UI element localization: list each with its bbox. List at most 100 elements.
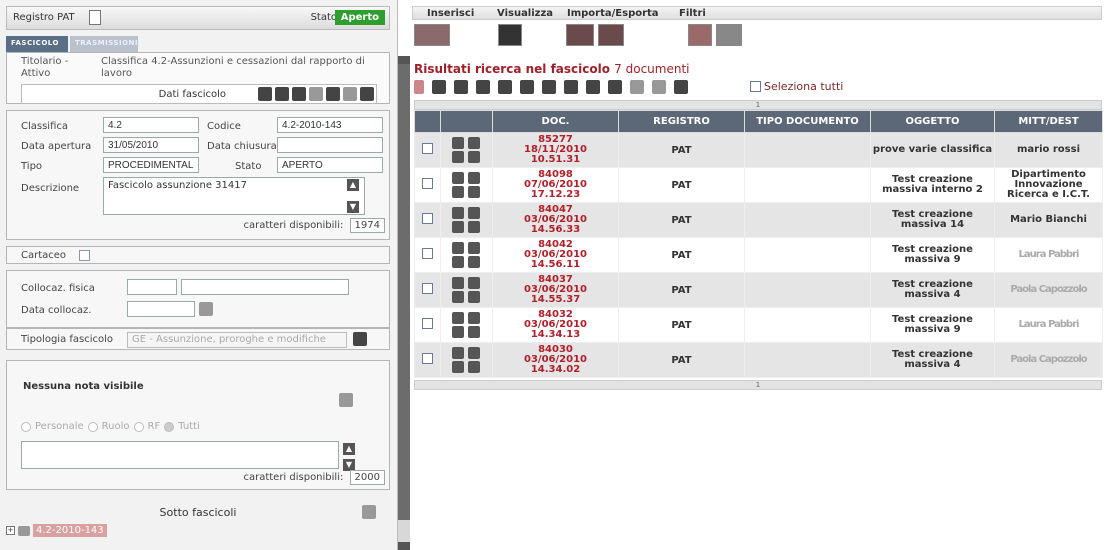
table-row[interactable]: 84047 03/06/2010 14.56.33 PAT Test creazio… — [414, 202, 1103, 238]
view-doc-icon[interactable] — [451, 172, 464, 184]
data-apertura-field[interactable] — [103, 137, 199, 153]
book-icon[interactable] — [275, 87, 289, 101]
forward-icon[interactable] — [467, 151, 480, 163]
radio-rf[interactable] — [133, 421, 144, 432]
trash-icon[interactable] — [451, 326, 464, 338]
cartaceo-checkbox[interactable] — [79, 250, 90, 261]
spellcheck-icon[interactable] — [353, 332, 367, 346]
pagination-bottom[interactable]: 1 — [414, 380, 1102, 390]
expand-icon[interactable]: + — [6, 526, 15, 535]
trash-icon[interactable] — [451, 151, 464, 163]
trash-icon[interactable] — [451, 186, 464, 198]
scroll-up-arrow[interactable] — [398, 56, 410, 64]
scroll-up-icon[interactable]: ▲ — [347, 179, 359, 191]
copy-icon[interactable] — [292, 87, 306, 101]
view-doc-icon[interactable] — [451, 207, 464, 219]
move-icon[interactable] — [454, 80, 468, 94]
collocaz-fisica-field-2[interactable] — [181, 279, 349, 295]
trash-icon[interactable] — [467, 207, 480, 219]
trash-icon[interactable] — [467, 312, 480, 324]
folder-add-icon[interactable] — [414, 80, 424, 94]
menu-visualizza[interactable]: Visualizza — [497, 8, 553, 19]
view-doc-icon[interactable] — [451, 312, 464, 324]
view-doc-icon[interactable] — [451, 347, 464, 359]
scroll-down-icon[interactable]: ▼ — [347, 201, 359, 213]
forward-icon[interactable] — [467, 326, 480, 338]
row-checkbox[interactable] — [422, 283, 433, 294]
document-icon[interactable] — [89, 10, 101, 25]
tab-trasmissioni[interactable]: TRASMISSIONI — [70, 36, 138, 52]
scroll-thumb[interactable] — [398, 64, 410, 520]
trash-icon[interactable] — [467, 347, 480, 359]
radio-tutti[interactable] — [164, 421, 175, 432]
classifica-field[interactable] — [103, 117, 199, 133]
radio-personale[interactable] — [21, 421, 31, 432]
col-oggetto[interactable]: OGGETTO — [870, 110, 995, 133]
forward-icon[interactable] — [467, 361, 480, 373]
clear-filter-icon[interactable] — [716, 24, 742, 46]
radio-ruolo[interactable] — [87, 421, 98, 432]
no-icon[interactable] — [542, 80, 556, 94]
mail-icon[interactable] — [343, 87, 357, 101]
col-mitt-dest[interactable]: MITT/DEST — [994, 110, 1103, 133]
row-checkbox[interactable] — [422, 178, 433, 189]
trash-icon[interactable] — [451, 291, 464, 303]
insert-icon[interactable] — [414, 24, 450, 46]
send-icon[interactable] — [258, 87, 272, 101]
select-all[interactable]: Seleziona tutti — [750, 80, 843, 93]
view-icon[interactable] — [498, 24, 522, 46]
import-icon[interactable] — [566, 24, 594, 46]
export-icon[interactable] — [598, 24, 624, 46]
collocaz-fisica-field-1[interactable] — [127, 279, 177, 295]
table-row[interactable]: 84042 03/06/2010 14.56.11 PAT Test creazio… — [414, 237, 1103, 273]
forward-icon[interactable] — [674, 80, 688, 94]
forward-icon[interactable] — [467, 221, 480, 233]
left-scrollbar[interactable] — [398, 56, 410, 550]
attach-icon[interactable] — [520, 80, 534, 94]
forward-icon[interactable] — [467, 291, 480, 303]
add-subfolder-icon[interactable] — [362, 505, 376, 519]
table-row[interactable]: 85277 18/11/2010 10.51.31 PAT prove varie … — [414, 132, 1103, 168]
col-registro[interactable]: REGISTRO — [618, 110, 745, 133]
filter-icon[interactable] — [688, 24, 712, 46]
trash-icon[interactable] — [467, 242, 480, 254]
pagination-top[interactable]: 1 — [414, 100, 1102, 110]
subfolder-link[interactable]: 4.2-2010-143 — [33, 524, 107, 537]
print-icon[interactable] — [360, 87, 374, 101]
data-collocaz-field[interactable] — [127, 301, 195, 317]
row-checkbox[interactable] — [422, 143, 433, 154]
tipo-field[interactable] — [103, 157, 199, 173]
row-checkbox[interactable] — [422, 213, 433, 224]
subfolder-tree-item[interactable]: + 4.2-2010-143 — [6, 524, 107, 537]
menu-inserisci[interactable]: Inserisci — [427, 8, 474, 19]
trash-icon[interactable] — [451, 361, 464, 373]
codice-field[interactable] — [277, 117, 383, 133]
note-icon[interactable] — [339, 393, 353, 407]
row-checkbox[interactable] — [422, 248, 433, 259]
data-chiusura-field[interactable] — [277, 137, 383, 153]
descrizione-field[interactable]: Fascicolo assunzione 31417 — [103, 177, 365, 215]
calendar-icon[interactable] — [199, 302, 213, 316]
mail-send-icon[interactable] — [476, 80, 490, 94]
menu-filtri[interactable]: Filtri — [679, 8, 706, 19]
table-row[interactable]: 84098 07/06/2010 17.12.23 PAT Test creazio… — [414, 167, 1103, 203]
stato-field[interactable] — [277, 157, 383, 173]
forward-icon[interactable] — [467, 256, 480, 268]
mail-icon[interactable] — [467, 137, 480, 149]
view-doc-icon[interactable] — [451, 277, 464, 289]
mail-icon[interactable] — [467, 172, 480, 184]
col-doc[interactable]: DOC. — [492, 110, 619, 133]
tab-fascicolo[interactable]: FASCICOLO — [6, 36, 68, 52]
tipologia-select[interactable]: GE - Assunzione, proroghe e modifiche — [127, 332, 347, 348]
table-row[interactable]: 84032 03/06/2010 14.34.13 PAT Test creazio… — [414, 307, 1103, 343]
menu-importa-esporta[interactable]: Importa/Esporta — [567, 8, 659, 19]
unlink-icon[interactable] — [652, 80, 666, 94]
col-tipo-documento[interactable]: TIPO DOCUMENTO — [744, 110, 871, 133]
trash-icon[interactable] — [498, 80, 512, 94]
row-checkbox[interactable] — [422, 353, 433, 364]
view-doc-icon[interactable] — [451, 137, 464, 149]
scroll-down-arrow[interactable] — [398, 542, 410, 550]
select-all-checkbox[interactable] — [750, 81, 761, 92]
trash-icon[interactable] — [467, 277, 480, 289]
note-scroll-up-icon[interactable]: ▲ — [343, 443, 355, 455]
